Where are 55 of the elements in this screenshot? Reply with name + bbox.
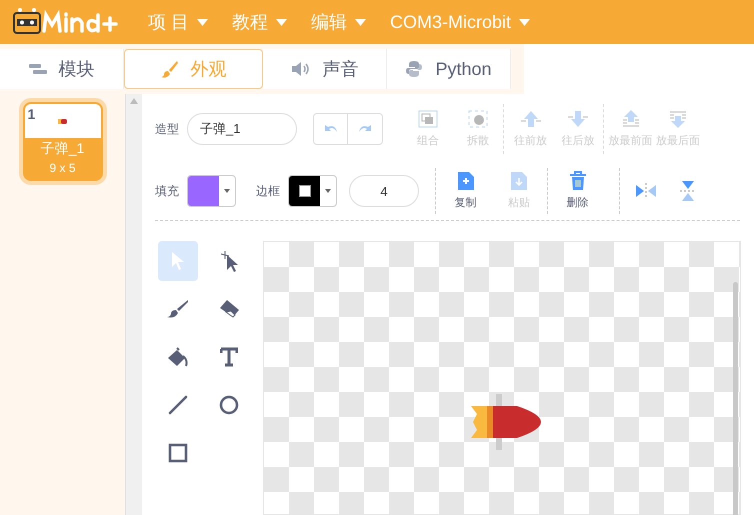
- text-tool-icon: [220, 347, 238, 367]
- paintbrush-icon: [167, 299, 189, 319]
- delete-button[interactable]: 删除: [547, 168, 603, 214]
- outline-color-picker[interactable]: [288, 175, 337, 207]
- arrow-up-icon: [520, 108, 542, 129]
- copy-icon: [456, 170, 474, 191]
- arrow-down-icon: [567, 108, 589, 129]
- caret-down-icon: [197, 18, 208, 26]
- paint-bucket-icon: [167, 346, 189, 368]
- fill-color-picker[interactable]: [187, 175, 236, 207]
- paintbrush-icon: [160, 60, 178, 78]
- flip-vertical-icon: [680, 181, 696, 201]
- costume-name: 子弹_1: [40, 139, 84, 158]
- group-icon: [417, 108, 439, 129]
- outline-label: 边框: [256, 183, 280, 200]
- trash-icon: [568, 170, 586, 191]
- line-tool-icon: [168, 395, 188, 415]
- menu-item[interactable]: 教程: [232, 8, 288, 36]
- reshape-pointer-icon: [218, 250, 238, 272]
- costume-name-field[interactable]: 子弹_1: [187, 113, 297, 145]
- pointer-arrow-icon: [171, 251, 185, 271]
- editor-tab[interactable]: Python: [387, 49, 511, 89]
- speaker-icon: [290, 61, 310, 77]
- flip-horizontal-icon: [636, 183, 656, 199]
- dropdown-caret-icon: [224, 189, 230, 193]
- vertical-scrollbar[interactable]: [733, 282, 738, 515]
- editor-tab[interactable]: 外观: [124, 49, 263, 89]
- caret-down-icon: [276, 18, 288, 26]
- dropdown-caret-icon: [325, 189, 331, 193]
- circle-tool-icon: [218, 395, 238, 415]
- costume-size: 9 x 5: [49, 160, 76, 177]
- rocket-bullet-drawing[interactable]: [469, 392, 541, 452]
- flip-horizontal-button[interactable]: [636, 183, 656, 199]
- costume-number: 1: [28, 105, 36, 124]
- ungroup-icon: [467, 108, 489, 129]
- paste-icon: [510, 170, 528, 191]
- menu-item[interactable]: 编辑: [311, 8, 366, 36]
- costume-thumbnail-drawing: [58, 118, 67, 124]
- rectangle-tool-icon: [168, 443, 188, 463]
- blocks-icon: [28, 63, 46, 75]
- menu-item[interactable]: 项 目: [148, 8, 208, 36]
- eraser-icon: [218, 299, 240, 319]
- editor-tab[interactable]: 模块: [0, 49, 124, 89]
- robot-logo-icon[interactable]: [12, 7, 120, 37]
- costume-label: 造型: [155, 121, 179, 138]
- arrow-down-icon: [667, 108, 689, 129]
- menu-item[interactable]: COM3-Microbit: [390, 8, 530, 36]
- caret-down-icon: [355, 18, 366, 26]
- fill-label: 填充: [155, 183, 179, 200]
- editor-tab[interactable]: 声音: [263, 49, 387, 89]
- outline-width-field[interactable]: 4: [349, 175, 419, 207]
- caret-down-icon: [519, 18, 530, 26]
- python-logo-icon: [405, 60, 424, 78]
- flip-vertical-button[interactable]: [680, 181, 696, 201]
- copy-button[interactable]: 复制: [435, 168, 491, 214]
